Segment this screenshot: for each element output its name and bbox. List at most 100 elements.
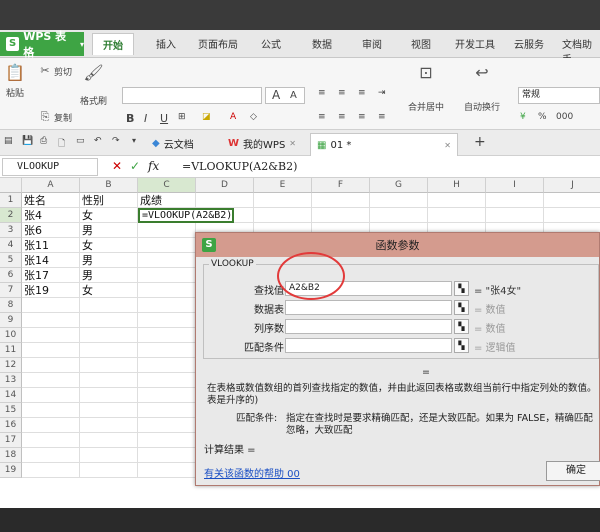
tab-formula[interactable]: 公式	[261, 36, 281, 51]
column-header-b[interactable]: B	[80, 178, 138, 193]
row-header-8[interactable]: 8	[0, 298, 22, 313]
cell-a2[interactable]: 张4	[22, 208, 80, 223]
cell-a7[interactable]: 张19	[22, 283, 80, 298]
currency-icon[interactable]: ¥	[520, 112, 526, 122]
column-header-g[interactable]: G	[370, 178, 428, 193]
font-grow-button[interactable]: A	[272, 88, 280, 102]
percent-button[interactable]: %	[538, 112, 547, 122]
customize-dropdown-icon[interactable]: ▾	[132, 136, 136, 145]
row-header-12[interactable]: 12	[0, 358, 22, 373]
print-preview-icon[interactable]: 🗋	[58, 136, 65, 152]
arg-input-col-index[interactable]	[285, 319, 452, 334]
row-header-7[interactable]: 7	[0, 283, 22, 298]
wps-app-button[interactable]: S WPS 表格 ▾	[0, 30, 84, 59]
align-bottom-icon[interactable]: ≡	[358, 88, 366, 98]
cell-a6[interactable]: 张17	[22, 268, 80, 283]
align-top-icon[interactable]: ≡	[318, 88, 326, 98]
cell-b2[interactable]: 女	[80, 208, 138, 223]
row-header-15[interactable]: 15	[0, 403, 22, 418]
tab-cloud-service[interactable]: 云服务	[514, 36, 544, 51]
cell-c1[interactable]: 成绩	[138, 193, 196, 208]
number-format-select[interactable]: 常规	[518, 87, 600, 104]
align-middle-icon[interactable]: ≡	[338, 88, 346, 98]
font-size-select[interactable]	[265, 87, 305, 104]
clear-icon[interactable]: ◇	[250, 112, 257, 122]
name-box[interactable]: VLOOKUP	[2, 158, 98, 176]
copy-button[interactable]: ⎘ 复制	[38, 110, 72, 124]
redo-icon[interactable]: ↷	[112, 136, 120, 146]
row-header-6[interactable]: 6	[0, 268, 22, 283]
column-header-f[interactable]: F	[312, 178, 370, 193]
font-name-select[interactable]	[122, 87, 262, 104]
row-header-5[interactable]: 5	[0, 253, 22, 268]
row-header-4[interactable]: 4	[0, 238, 22, 253]
row-header-19[interactable]: 19	[0, 463, 22, 478]
tab-insert[interactable]: 插入	[156, 36, 176, 51]
align-center-icon[interactable]: ≡	[338, 112, 346, 122]
formula-input[interactable]: =VLOOKUP(A2&B2)	[182, 160, 297, 173]
ok-button[interactable]: 确定	[546, 461, 600, 481]
cell-c2[interactable]: =VLOOKUP(A2&B2)	[138, 208, 235, 223]
insert-function-button[interactable]: fx	[148, 159, 159, 173]
row-header-1[interactable]: 1	[0, 193, 22, 208]
tab-home[interactable]: 开始	[92, 33, 134, 55]
tab-cloud-docs[interactable]: ◆ 云文档	[146, 133, 200, 154]
column-header-d[interactable]: D	[196, 178, 254, 193]
cell-b5[interactable]: 男	[80, 253, 138, 268]
row-header-10[interactable]: 10	[0, 328, 22, 343]
row-header-2[interactable]: 2	[0, 208, 22, 223]
merge-center-button[interactable]: ⊡ 合并居中	[408, 62, 444, 113]
cell-a3[interactable]: 张6	[22, 223, 80, 238]
fill-color-icon[interactable]: ◪	[202, 112, 211, 122]
cell-a4[interactable]: 张11	[22, 238, 80, 253]
tab-view[interactable]: 视图	[411, 36, 431, 51]
row-header-11[interactable]: 11	[0, 343, 22, 358]
tab-file-01[interactable]: ▦ 01 * ✕	[310, 133, 458, 156]
range-select-icon[interactable]: ▚	[454, 338, 469, 353]
thousands-button[interactable]: 000	[556, 112, 573, 122]
column-header-i[interactable]: I	[486, 178, 544, 193]
close-icon[interactable]: ✕	[444, 141, 451, 150]
print-icon[interactable]: ⎙	[40, 136, 47, 146]
align-left-icon[interactable]: ≡	[318, 112, 326, 122]
help-link[interactable]: 有关该函数的帮助 00	[204, 465, 300, 480]
tab-review[interactable]: 审阅	[362, 36, 382, 51]
close-icon[interactable]: ✕	[289, 139, 296, 148]
indent-icon[interactable]: ⇥	[378, 88, 386, 98]
range-select-icon[interactable]: ▚	[454, 281, 469, 296]
cut-button[interactable]: ✂ 剪切	[38, 64, 72, 78]
row-header-14[interactable]: 14	[0, 388, 22, 403]
new-doc-icon[interactable]: ▤	[4, 136, 13, 146]
tab-developer[interactable]: 开发工具	[455, 36, 495, 51]
row-header-9[interactable]: 9	[0, 313, 22, 328]
row-header-3[interactable]: 3	[0, 223, 22, 238]
select-all-corner[interactable]	[0, 178, 22, 193]
range-select-icon[interactable]: ▚	[454, 300, 469, 315]
dialog-title-bar[interactable]: S 函数参数	[196, 233, 599, 257]
cell-a5[interactable]: 张14	[22, 253, 80, 268]
align-right-icon[interactable]: ≡	[358, 112, 366, 122]
borders-icon[interactable]: ⊞	[178, 112, 186, 122]
row-header-18[interactable]: 18	[0, 448, 22, 463]
arg-input-table[interactable]	[285, 300, 452, 315]
underline-button[interactable]: U	[160, 112, 168, 125]
italic-button[interactable]: I	[144, 112, 147, 125]
new-tab-button[interactable]: +	[474, 134, 486, 150]
save-icon[interactable]: 💾	[22, 136, 33, 146]
wrap-text-button[interactable]: ↩ 自动换行	[464, 62, 500, 113]
row-header-17[interactable]: 17	[0, 433, 22, 448]
cancel-formula-button[interactable]: ✕	[112, 159, 122, 173]
column-header-e[interactable]: E	[254, 178, 312, 193]
column-header-h[interactable]: H	[428, 178, 486, 193]
cell-b4[interactable]: 女	[80, 238, 138, 253]
cell-b7[interactable]: 女	[80, 283, 138, 298]
cell-b1[interactable]: 性别	[80, 193, 138, 208]
paste-button[interactable]: 📋 粘贴	[4, 62, 26, 99]
font-color-icon[interactable]: A	[230, 112, 236, 122]
tab-data[interactable]: 数据	[312, 36, 332, 51]
cell-b6[interactable]: 男	[80, 268, 138, 283]
row-header-13[interactable]: 13	[0, 373, 22, 388]
column-header-j[interactable]: J	[544, 178, 600, 193]
tab-my-wps[interactable]: W 我的WPS ✕	[222, 133, 302, 154]
undo-icon[interactable]: ↶	[94, 136, 102, 146]
